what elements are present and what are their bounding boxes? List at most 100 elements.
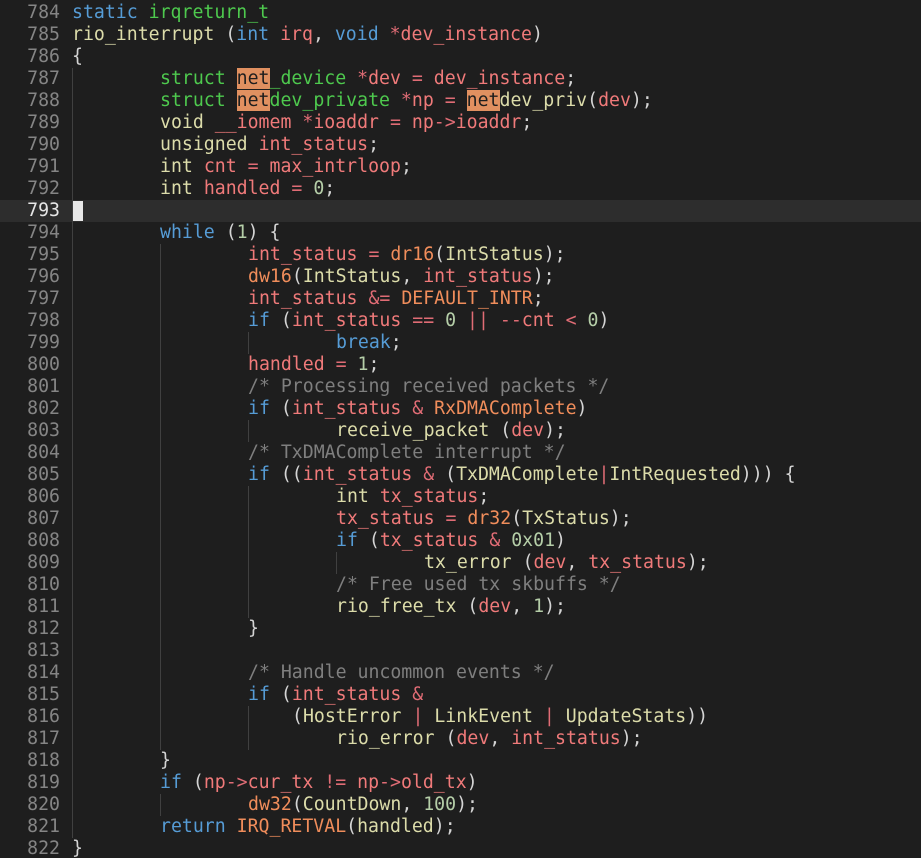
code-token: } (72, 838, 83, 858)
code-line[interactable]: 808 if (tx_status & 0x01) (0, 530, 921, 552)
code-token: np (411, 90, 445, 111)
code-token: ( (291, 266, 303, 287)
code-editor[interactable]: 784 static irqreturn_t 785 rio_interrupt (i… (0, 0, 921, 858)
code-line[interactable]: 818} (0, 750, 921, 772)
code-token: HostError (302, 706, 413, 727)
code-token: ; (368, 134, 380, 155)
code-token: , (312, 24, 335, 45)
line-number: 797 (27, 288, 60, 309)
line-number: 821 (27, 816, 60, 837)
code-token: tx_status (379, 530, 490, 551)
code-line[interactable]: 787 struct net_device *dev = dev_instance… (0, 68, 921, 90)
code-line[interactable]: 821 return IRQ_RETVAL(handled); (0, 816, 921, 838)
indent-guide (248, 486, 249, 618)
code-token: IntRequested (609, 464, 741, 485)
code-line[interactable]: 813 (0, 640, 921, 662)
code-line[interactable]: 795 int_status = dr16(IntStatus); (0, 244, 921, 266)
code-line[interactable]: 820 dw32(CountDown, 100); (0, 794, 921, 816)
line-code: } (160, 750, 171, 772)
code-token: irqreturn_t (148, 2, 270, 23)
line-code: dw32(CountDown, 100); (248, 794, 478, 816)
line-number: 812 (27, 618, 60, 639)
code-token: TxDMAComplete (456, 464, 599, 485)
code-token: tx_error (424, 552, 523, 573)
code-line[interactable]: 814 /* Handle uncommon events */ (0, 662, 921, 684)
search-match: net (466, 90, 500, 111)
code-token: & (423, 464, 446, 485)
line-code: receive_packet (dev); (336, 420, 566, 442)
line-number: 807 (27, 508, 60, 529)
line-number: 789 (27, 112, 60, 133)
code-line[interactable]: 790 unsigned int_status; (0, 134, 921, 156)
code-line[interactable]: 785 rio_interrupt (int irq, void *dev_ins… (0, 24, 921, 46)
code-line[interactable]: 817 rio_error (dev, int_status); (0, 728, 921, 750)
code-line[interactable]: 816 (HostError | LinkEvent | UpdateStats)… (0, 706, 921, 728)
line-number: 786 (27, 46, 60, 67)
indent-guide (160, 794, 161, 816)
code-token: if (248, 398, 281, 419)
code-token: 1 (533, 596, 545, 617)
code-line[interactable]: 791 int cnt = max_intrloop; (0, 156, 921, 178)
indent-guide (248, 420, 249, 442)
line-code: static irqreturn_t (72, 2, 269, 24)
code-token: & (489, 530, 512, 551)
code-token: } (248, 618, 259, 639)
code-line[interactable]: 812} (0, 618, 921, 640)
code-line[interactable]: 801 /* Processing received packets */ (0, 376, 921, 398)
line-number: 787 (27, 68, 60, 89)
code-line[interactable]: 811 rio_free_tx (dev, 1); (0, 596, 921, 618)
code-token: int_status (291, 310, 413, 331)
code-line[interactable]: 822} (0, 838, 921, 858)
code-line[interactable]: 797 int_status &= DEFAULT_INTR; (0, 288, 921, 310)
code-token: || (467, 310, 500, 331)
code-token: dev (456, 728, 490, 749)
code-line[interactable]: 807 tx_status = dr32(TxStatus); (0, 508, 921, 530)
code-token: int_status (511, 728, 621, 749)
code-line[interactable]: 793 (0, 200, 921, 222)
code-line[interactable]: 806 int tx_status; (0, 486, 921, 508)
code-line[interactable]: 815 if (int_status & (0, 684, 921, 706)
code-line[interactable]: 802 if (int_status & RxDMAComplete) (0, 398, 921, 420)
code-line[interactable]: 805 if ((int_status & (TxDMAComplete|IntR… (0, 464, 921, 486)
code-token: -> (433, 112, 456, 133)
code-line[interactable]: 794 while (1) { (0, 222, 921, 244)
code-line[interactable]: 803 receive_packet (dev); (0, 420, 921, 442)
code-token: ( (280, 310, 292, 331)
code-token: * (400, 90, 412, 111)
code-token: ); (620, 728, 643, 749)
code-line[interactable]: 792 int handled = 0; (0, 178, 921, 200)
code-line[interactable]: 798 if (int_status == 0 || --cnt < 0) (0, 310, 921, 332)
code-token: /* Free used tx skbuffs */ (336, 574, 621, 595)
line-code: rio_interrupt (int irq, void *dev_instan… (72, 24, 543, 46)
search-match: net (236, 68, 270, 89)
code-token: ( (368, 530, 380, 551)
code-line[interactable]: 784 static irqreturn_t (0, 2, 921, 24)
code-line[interactable]: 800 handled = 1; (0, 354, 921, 376)
code-line[interactable]: 809 tx_error (dev, tx_status); (0, 552, 921, 574)
code-line[interactable]: 819 if (np->cur_tx != np->old_tx) (0, 772, 921, 794)
code-token: ( (291, 794, 303, 815)
code-line[interactable]: 788 struct netdev_private *np = netdev_pr… (0, 90, 921, 112)
code-token: ( (225, 24, 237, 45)
code-token: if (160, 772, 193, 793)
code-token: struct (160, 90, 237, 111)
code-token: * (389, 24, 401, 45)
code-line[interactable]: 796 dw16(IntStatus, int_status); (0, 266, 921, 288)
code-token: ) (466, 772, 478, 793)
code-line[interactable]: 804 /* TxDMAComplete interrupt */ (0, 442, 921, 464)
line-code: } (72, 838, 83, 858)
code-line[interactable]: 799 break; (0, 332, 921, 354)
code-line[interactable]: 786 { (0, 46, 921, 68)
code-token: cur_tx (247, 772, 325, 793)
code-token: 100 (423, 794, 457, 815)
code-line[interactable]: 789 void __iomem *ioaddr = np->ioaddr; (0, 112, 921, 134)
code-token: ) (598, 310, 610, 331)
code-token: while (160, 222, 226, 243)
code-token: static (72, 2, 149, 23)
code-line[interactable]: 810 /* Free used tx skbuffs */ (0, 574, 921, 596)
code-token: -> (379, 772, 401, 793)
code-token: )) (686, 706, 709, 727)
line-code: struct netdev_private *np = netdev_priv(… (160, 90, 653, 112)
code-token: , (511, 596, 534, 617)
code-token: int_status (291, 684, 413, 705)
